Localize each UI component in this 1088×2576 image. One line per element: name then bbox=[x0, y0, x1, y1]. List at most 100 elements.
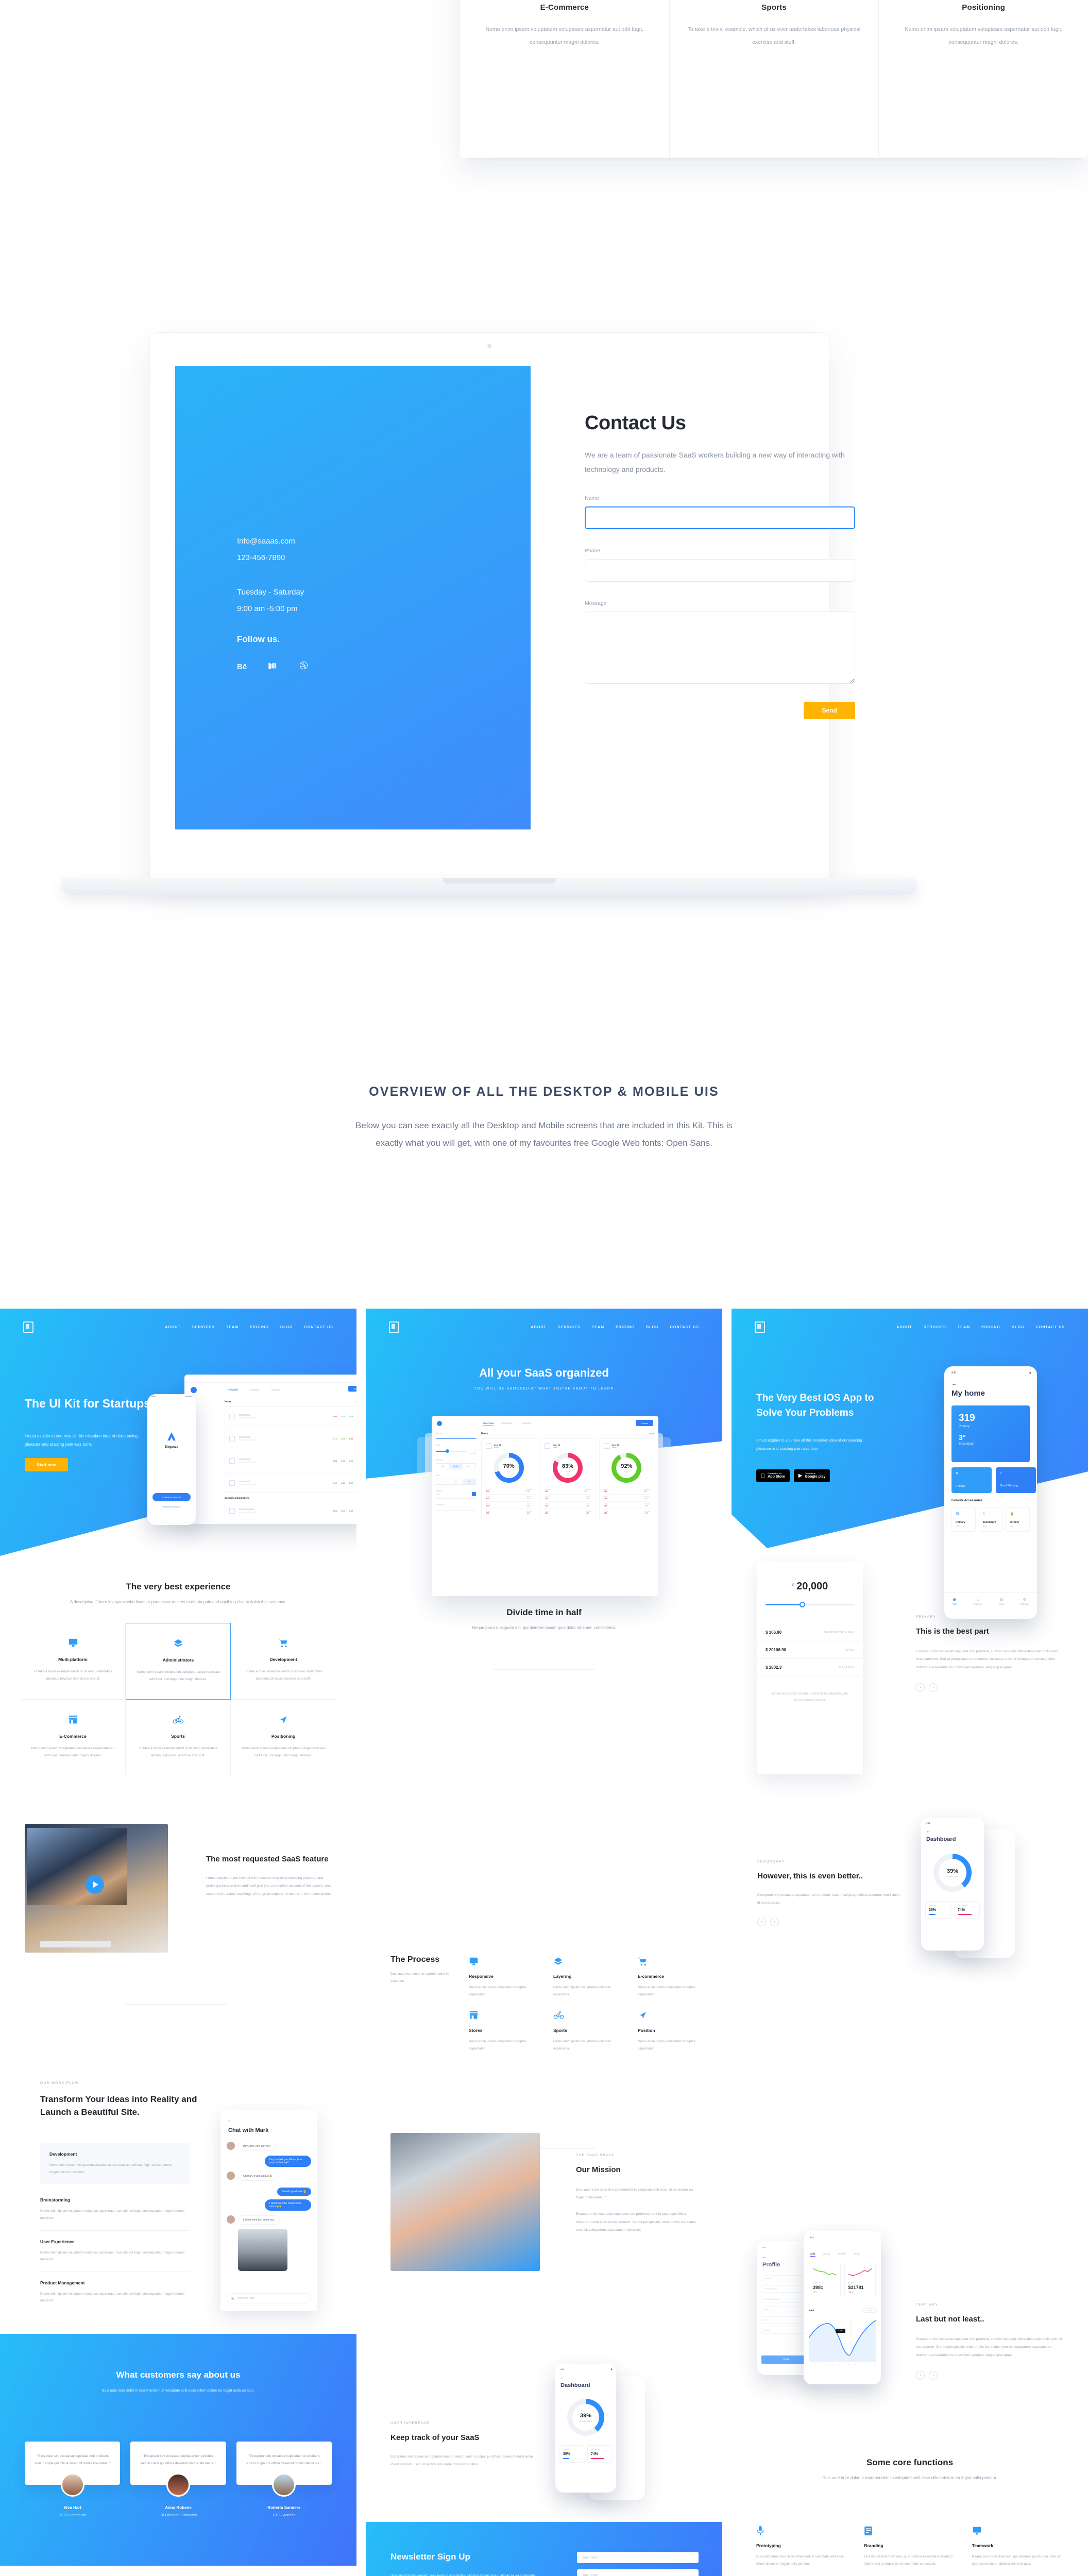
next-arrow-icon[interactable]: › bbox=[770, 1918, 779, 1926]
feature-column-positioning[interactable]: Positioning Nemo enim ipsam voluptatem v… bbox=[879, 0, 1088, 158]
tab-settings[interactable]: ⚙ Settings bbox=[1021, 1597, 1029, 1605]
dash-tab-analytics[interactable]: Analytics bbox=[522, 1422, 531, 1425]
nav-item-team[interactable]: TEAM bbox=[958, 1326, 970, 1329]
core-item-prototyping[interactable]: Prototyping Duis aute irure dolor in rep… bbox=[756, 2524, 847, 2568]
nav-item-blog[interactable]: BLOG bbox=[1012, 1326, 1025, 1329]
nav-item-pricing[interactable]: PRICING bbox=[250, 1326, 269, 1329]
dash-tab-overview[interactable]: Overview bbox=[483, 1422, 494, 1426]
nav-item-team[interactable]: TEAM bbox=[592, 1326, 604, 1329]
prev-arrow-icon[interactable]: ‹ bbox=[757, 1918, 766, 1926]
prev-arrow-icon[interactable]: ‹ bbox=[916, 1683, 925, 1692]
tablet-tab-campaign[interactable]: Campaign bbox=[249, 1388, 260, 1391]
chat-image[interactable] bbox=[238, 2229, 287, 2271]
next-arrow-icon[interactable]: › bbox=[929, 2370, 938, 2380]
chat-input[interactable]: ▣ Type your reply bbox=[227, 2293, 311, 2303]
size-20x[interactable]: 20X bbox=[462, 1479, 475, 1484]
nav-item-about[interactable]: ABOUT bbox=[896, 1326, 912, 1329]
phone-input[interactable] bbox=[585, 559, 855, 582]
tab-academy[interactable]: ⌂ Academy bbox=[973, 1597, 983, 1605]
prev-arrow-icon[interactable]: ‹ bbox=[916, 2370, 925, 2380]
nav-item-services[interactable]: SERVICES bbox=[558, 1326, 581, 1329]
app-store-button[interactable]:  Download on theApp Store bbox=[756, 1469, 790, 1482]
process-item-layering[interactable]: Layering Nemo enim ipsam voluptatem volu… bbox=[553, 1955, 622, 1999]
google-play-button[interactable]: ▶ Download on Google play bbox=[793, 1469, 830, 1482]
intensity-high[interactable]: High bbox=[436, 1464, 449, 1469]
medium-icon[interactable] bbox=[268, 662, 278, 672]
feature-cell-positioning[interactable]: Positioning Nemo enim ipsam voluptatem v… bbox=[231, 1700, 336, 1776]
feature-cell-administrators[interactable]: Administrators Nemo enim ipsam voluptate… bbox=[126, 1623, 231, 1700]
feature-cell-sports[interactable]: Sports To take a trivial example which o… bbox=[126, 1699, 231, 1776]
workflow-item-user-experience[interactable]: User Experience Nemo enim ipsam voluptat… bbox=[40, 2231, 190, 2272]
process-item-stores[interactable]: Stores Nemo enim ipsam voluptatem volupt… bbox=[469, 2009, 538, 2053]
process-item-ecommerce[interactable]: E-commerce Nemo enim ipsam voluptatem vo… bbox=[638, 1955, 707, 1999]
intensity-low[interactable]: Low bbox=[463, 1464, 475, 1469]
tablet-tab-overview[interactable]: Overview bbox=[228, 1388, 238, 1391]
core-item-branding[interactable]: Branding Ut enim ad minim veniam, quis n… bbox=[864, 2524, 955, 2568]
tab-weekly[interactable]: Weekly bbox=[823, 2252, 830, 2257]
card-meta[interactable]: Option bbox=[612, 1446, 619, 1448]
tablet-see-all[interactable]: SEE ALL bbox=[355, 1400, 356, 1403]
tablet-tab-analytics[interactable]: Analytics bbox=[271, 1388, 280, 1391]
back-chevron-icon[interactable]: ‹ bbox=[228, 2118, 230, 2123]
dash-see-all[interactable]: see all bbox=[649, 1432, 654, 1435]
phone-have-account-link[interactable]: I have an account bbox=[147, 1505, 196, 1508]
behance-icon[interactable]: Bē bbox=[237, 663, 247, 671]
image-icon[interactable]: ▣ bbox=[231, 2297, 234, 2300]
dash-tab-campaign[interactable]: Campaign bbox=[501, 1422, 512, 1425]
chart-range-select[interactable]: Today ▾ bbox=[862, 2308, 876, 2313]
message-input[interactable] bbox=[585, 612, 855, 684]
nav-item-services[interactable]: SERVICES bbox=[924, 1326, 946, 1329]
card-meta[interactable]: Option bbox=[553, 1446, 560, 1448]
dash-preview-button[interactable]: Preview bbox=[636, 1420, 653, 1426]
nav-item-services[interactable]: SERVICES bbox=[192, 1326, 215, 1329]
feature-cell-development[interactable]: Development To take a trivial example wh… bbox=[231, 1623, 336, 1700]
tab-you[interactable]: ◉ You bbox=[953, 1597, 957, 1605]
card-meta[interactable]: Option bbox=[494, 1446, 501, 1448]
fav-item[interactable]: 🔒 Tertiary On bbox=[1006, 1507, 1030, 1532]
process-item-sports[interactable]: Sports Nemo enim ipsam voluptatem volupt… bbox=[553, 2009, 622, 2053]
feature-cell-ecommerce[interactable]: E-Commerce Nemo enim ipsam voluptatem vo… bbox=[21, 1699, 126, 1776]
tab-monthly[interactable]: Monthly bbox=[838, 2252, 846, 2257]
tablet-create-button[interactable]: Create bbox=[348, 1386, 356, 1392]
dribbble-icon[interactable] bbox=[299, 661, 308, 672]
size-10[interactable]: 10 bbox=[436, 1479, 449, 1484]
nav-item-pricing[interactable]: PRICING bbox=[981, 1326, 1000, 1329]
workflow-item-brainstorming[interactable]: Brainstorming Nemo enim ipsam voluptatem… bbox=[40, 2189, 190, 2231]
brand-logo-icon[interactable] bbox=[23, 1321, 33, 1333]
contact-email[interactable]: Info@saaas.com bbox=[237, 533, 308, 550]
nav-item-about[interactable]: ABOUT bbox=[165, 1326, 180, 1329]
nav-item-contact[interactable]: CONTACT US bbox=[670, 1326, 699, 1329]
contact-phone[interactable]: 123-456-7890 bbox=[237, 550, 308, 566]
process-item-position[interactable]: Position Nemo enim ipsam voluptatem volu… bbox=[638, 2009, 707, 2053]
core-item-teamwork[interactable]: Teamwork Neque porro quisquam est, qui d… bbox=[972, 2524, 1063, 2568]
newsletter-email-input[interactable]: Your email bbox=[577, 2569, 699, 2576]
feature-column-sports[interactable]: Sports To take a trivial example, which … bbox=[670, 0, 879, 158]
workflow-item-product-management[interactable]: Product Management Nemo enim ipsam volup… bbox=[40, 2272, 190, 2313]
newsletter-name-input[interactable]: Your name bbox=[577, 2552, 699, 2563]
workflow-item-development[interactable]: Development Nemo enim ipsam voluptatem v… bbox=[40, 2143, 190, 2184]
primary-tile[interactable]: 319 Primary 3° Secondary bbox=[951, 1405, 1030, 1462]
nav-item-team[interactable]: TEAM bbox=[226, 1326, 239, 1329]
feature-cell-multiplatform[interactable]: Multi-platform To take a trivial example… bbox=[21, 1623, 126, 1700]
feature-column-ecommerce[interactable]: E-Commerce Nemo enim ipsam voluptatem vo… bbox=[460, 0, 670, 158]
nav-item-contact[interactable]: CONTACT US bbox=[304, 1326, 333, 1329]
send-button[interactable]: Send bbox=[804, 702, 855, 719]
amount-slider[interactable] bbox=[766, 1602, 855, 1607]
nav-item-pricing[interactable]: PRICING bbox=[616, 1326, 635, 1329]
next-arrow-icon[interactable]: › bbox=[929, 1683, 938, 1692]
nav-item-about[interactable]: ABOUT bbox=[531, 1326, 546, 1329]
fav-item[interactable]: ▯ Secondary 60% bbox=[978, 1507, 1003, 1532]
intensity-medium[interactable]: Medium bbox=[449, 1464, 463, 1469]
tab-lists[interactable]: ▤ Lists bbox=[999, 1597, 1004, 1605]
tile-primary[interactable]: ❄ Primary bbox=[951, 1467, 992, 1493]
tab-daily[interactable]: Daily bbox=[810, 2252, 815, 2257]
start-now-button[interactable]: Start now bbox=[25, 1458, 68, 1471]
name-input[interactable] bbox=[585, 506, 855, 529]
brand-logo-icon[interactable] bbox=[389, 1321, 399, 1333]
brand-logo-icon[interactable] bbox=[755, 1321, 765, 1333]
nav-item-blog[interactable]: BLOG bbox=[646, 1326, 659, 1329]
phone-create-account-button[interactable]: Create an account bbox=[152, 1493, 191, 1501]
tab-yearly[interactable]: Yearly bbox=[854, 2252, 860, 2257]
nav-item-contact[interactable]: CONTACT US bbox=[1036, 1326, 1065, 1329]
tile-good-morning[interactable]: ⌂ Good Morning bbox=[996, 1467, 1036, 1493]
